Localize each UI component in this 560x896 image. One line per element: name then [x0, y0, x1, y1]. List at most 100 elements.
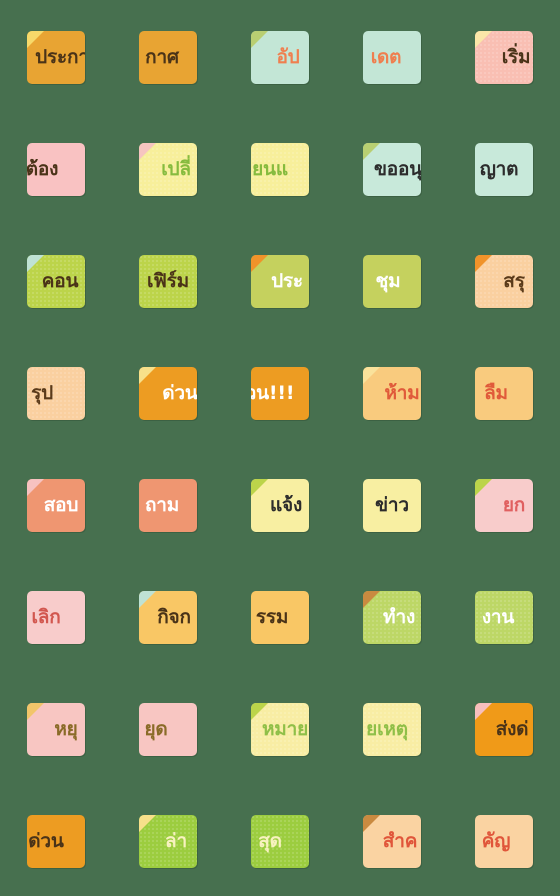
sticker-label-text: เลิก — [31, 606, 61, 628]
sticker-label: เลิก — [27, 591, 85, 644]
sticker-label: ยเหตุ — [363, 703, 421, 756]
sticker-label: เริ่ม — [475, 31, 533, 84]
sticker-tile[interactable]: รุป — [27, 367, 85, 420]
sticker-tile[interactable]: สอบ — [27, 479, 85, 532]
sticker-label-text: ขออนุ — [374, 158, 421, 180]
sticker-tile[interactable]: วน!!! — [251, 367, 309, 420]
sticker-label: หยุ — [27, 703, 85, 756]
sticker-label: เฟิร์ม — [139, 255, 197, 308]
sticker-label-text: สอบ — [43, 494, 79, 516]
sticker-label: แจ้ง — [251, 479, 309, 532]
sticker-tile[interactable]: ถาม — [139, 479, 197, 532]
sticker-tile[interactable]: ประ — [251, 255, 309, 308]
sticker-tile[interactable]: ลืม — [475, 367, 533, 420]
sticker-tile[interactable]: อัป — [251, 31, 309, 84]
sticker-tile[interactable]: ด่วน — [139, 367, 197, 420]
sticker-label: คัญ — [475, 815, 533, 868]
sticker-tile[interactable]: ห้าม — [363, 367, 421, 420]
sticker-label: รรม — [251, 591, 309, 644]
sticker-tile[interactable]: ยุด — [139, 703, 197, 756]
sticker-label: วน!!! — [251, 367, 309, 420]
sticker-tile[interactable]: ยเหตุ — [363, 703, 421, 756]
sticker-label: รุป — [27, 367, 85, 420]
sticker-label-text: วน!!! — [251, 382, 295, 404]
sticker-tile[interactable]: ยก — [475, 479, 533, 532]
sticker-tile[interactable]: หมาย — [251, 703, 309, 756]
sticker-tile[interactable]: เฟิร์ม — [139, 255, 197, 308]
sticker-label-text: ญาต — [479, 158, 519, 180]
sticker-label: ต้อง — [27, 143, 85, 196]
sticker-label-text: หมาย — [261, 718, 309, 740]
sticker-tile[interactable]: ประกา — [27, 31, 85, 84]
sticker-label: สำค — [363, 815, 421, 868]
sticker-label: ยุด — [139, 703, 197, 756]
sticker-label-text: กิจก — [157, 606, 191, 628]
sticker-label: ส่งด่ — [475, 703, 533, 756]
sticker-label: ข่าว — [363, 479, 421, 532]
sticker-tile[interactable]: ล่า — [139, 815, 197, 868]
sticker-label: กิจก — [139, 591, 197, 644]
sticker-tile[interactable]: ขออนุ — [363, 143, 421, 196]
sticker-label-text: ประ — [271, 270, 303, 292]
sticker-tile[interactable]: คอน — [27, 255, 85, 308]
sticker-tile[interactable]: สำค — [363, 815, 421, 868]
sticker-label-text: ส่งด่ — [495, 718, 529, 740]
sticker-label-text: งาน — [481, 606, 515, 628]
sticker-tile[interactable]: ยนแ — [251, 143, 309, 196]
sticker-tile[interactable]: กิจก — [139, 591, 197, 644]
sticker-label-text: สำค — [382, 830, 418, 852]
sticker-label: หมาย — [251, 703, 309, 756]
sticker-label-text: ชุม — [375, 270, 401, 292]
sticker-label-text: อัป — [276, 46, 300, 68]
sticker-label: ห้าม — [363, 367, 421, 420]
sticker-tile[interactable]: ทำง — [363, 591, 421, 644]
sticker-label-text: รุป — [31, 382, 53, 404]
sticker-label-text: ประกา — [35, 46, 85, 68]
sticker-label: คอน — [27, 255, 85, 308]
sticker-tile[interactable]: กาศ — [139, 31, 197, 84]
sticker-label-text: คอน — [41, 270, 79, 292]
sticker-label-text: ยเหตุ — [366, 718, 408, 740]
sticker-label-text: ข่าว — [375, 494, 409, 516]
sticker-tile[interactable]: ญาต — [475, 143, 533, 196]
sticker-label: งาน — [475, 591, 533, 644]
sticker-label-text: เฟิร์ม — [147, 270, 189, 292]
sticker-label: ขออนุ — [363, 143, 421, 196]
sticker-tile[interactable]: คัญ — [475, 815, 533, 868]
sticker-label-text: ลืม — [484, 382, 508, 404]
sticker-tile[interactable]: ด่วน — [27, 815, 85, 868]
sticker-label-text: ด่วน — [162, 382, 197, 404]
sticker-tile[interactable]: ต้อง — [27, 143, 85, 196]
sticker-label-text: เปลี่ — [161, 158, 191, 180]
sticker-label-text: ถาม — [144, 494, 180, 516]
sticker-label: กาศ — [139, 31, 197, 84]
sticker-label: เดต — [363, 31, 421, 84]
sticker-tile[interactable]: สุด — [251, 815, 309, 868]
sticker-tile[interactable]: เปลี่ — [139, 143, 197, 196]
sticker-tile[interactable]: เลิก — [27, 591, 85, 644]
sticker-tile[interactable]: ส่งด่ — [475, 703, 533, 756]
sticker-label: ด่วน — [139, 367, 197, 420]
sticker-tile[interactable]: สรุ — [475, 255, 533, 308]
sticker-label-text: เดต — [370, 46, 402, 68]
sticker-label-text: รรม — [255, 606, 289, 628]
sticker-tile[interactable]: งาน — [475, 591, 533, 644]
sticker-label: ล่า — [139, 815, 197, 868]
sticker-label: ลืม — [475, 367, 533, 420]
sticker-label-text: ทำง — [382, 606, 416, 628]
sticker-tile[interactable]: ชุม — [363, 255, 421, 308]
sticker-tile[interactable]: รรม — [251, 591, 309, 644]
sticker-tile[interactable]: ข่าว — [363, 479, 421, 532]
sticker-tile[interactable]: แจ้ง — [251, 479, 309, 532]
sticker-tile[interactable]: เริ่ม — [475, 31, 533, 84]
sticker-label: ญาต — [475, 143, 533, 196]
sticker-label-text: สรุ — [503, 270, 525, 292]
sticker-label-text: ยุด — [144, 718, 168, 740]
sticker-tile[interactable]: เดต — [363, 31, 421, 84]
sticker-tile[interactable]: หยุ — [27, 703, 85, 756]
sticker-label: ถาม — [139, 479, 197, 532]
sticker-label-text: หยุ — [54, 718, 78, 740]
sticker-label: สรุ — [475, 255, 533, 308]
sticker-label: สอบ — [27, 479, 85, 532]
sticker-label-text: ล่า — [165, 830, 187, 852]
